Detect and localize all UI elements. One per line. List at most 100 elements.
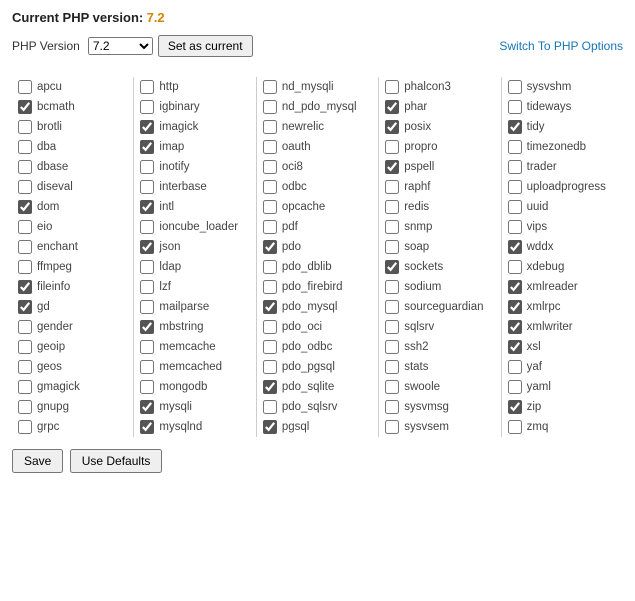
extension-swoole[interactable]: swoole — [385, 377, 494, 397]
extension-checkbox[interactable] — [18, 340, 32, 354]
extension-gmagick[interactable]: gmagick — [18, 377, 127, 397]
extension-checkbox[interactable] — [140, 200, 154, 214]
extension-pspell[interactable]: pspell — [385, 157, 494, 177]
extension-checkbox[interactable] — [140, 140, 154, 154]
extension-checkbox[interactable] — [385, 420, 399, 434]
extension-checkbox[interactable] — [18, 120, 32, 134]
extension-mysqlnd[interactable]: mysqlnd — [140, 417, 249, 437]
extension-checkbox[interactable] — [263, 260, 277, 274]
extension-pdo_dblib[interactable]: pdo_dblib — [263, 257, 372, 277]
extension-checkbox[interactable] — [385, 300, 399, 314]
switch-to-options-link[interactable]: Switch To PHP Options — [499, 39, 623, 53]
extension-checkbox[interactable] — [140, 300, 154, 314]
extension-nd_pdo_mysql[interactable]: nd_pdo_mysql — [263, 97, 372, 117]
extension-checkbox[interactable] — [508, 420, 522, 434]
extension-dbase[interactable]: dbase — [18, 157, 127, 177]
extension-interbase[interactable]: interbase — [140, 177, 249, 197]
extension-checkbox[interactable] — [140, 220, 154, 234]
extension-grpc[interactable]: grpc — [18, 417, 127, 437]
extension-ldap[interactable]: ldap — [140, 257, 249, 277]
extension-checkbox[interactable] — [508, 80, 522, 94]
extension-checkbox[interactable] — [508, 240, 522, 254]
set-as-current-button[interactable]: Set as current — [158, 35, 253, 57]
extension-checkbox[interactable] — [508, 260, 522, 274]
extension-apcu[interactable]: apcu — [18, 77, 127, 97]
extension-sqlsrv[interactable]: sqlsrv — [385, 317, 494, 337]
extension-mysqli[interactable]: mysqli — [140, 397, 249, 417]
extension-checkbox[interactable] — [18, 320, 32, 334]
extension-checkbox[interactable] — [385, 280, 399, 294]
extension-checkbox[interactable] — [263, 280, 277, 294]
extension-mailparse[interactable]: mailparse — [140, 297, 249, 317]
extension-bcmath[interactable]: bcmath — [18, 97, 127, 117]
extension-checkbox[interactable] — [18, 240, 32, 254]
extension-checkbox[interactable] — [385, 200, 399, 214]
extension-dom[interactable]: dom — [18, 197, 127, 217]
extension-nd_mysqli[interactable]: nd_mysqli — [263, 77, 372, 97]
extension-checkbox[interactable] — [18, 300, 32, 314]
extension-zmq[interactable]: zmq — [508, 417, 617, 437]
extension-redis[interactable]: redis — [385, 197, 494, 217]
extension-checkbox[interactable] — [508, 100, 522, 114]
extension-diseval[interactable]: diseval — [18, 177, 127, 197]
extension-pdo_sqlsrv[interactable]: pdo_sqlsrv — [263, 397, 372, 417]
extension-snmp[interactable]: snmp — [385, 217, 494, 237]
extension-checkbox[interactable] — [140, 240, 154, 254]
extension-checkbox[interactable] — [385, 340, 399, 354]
extension-pdo_oci[interactable]: pdo_oci — [263, 317, 372, 337]
extension-checkbox[interactable] — [385, 240, 399, 254]
extension-sysvsem[interactable]: sysvsem — [385, 417, 494, 437]
extension-pdo_sqlite[interactable]: pdo_sqlite — [263, 377, 372, 397]
extension-pdo[interactable]: pdo — [263, 237, 372, 257]
extension-checkbox[interactable] — [263, 340, 277, 354]
extension-gnupg[interactable]: gnupg — [18, 397, 127, 417]
extension-checkbox[interactable] — [508, 220, 522, 234]
extension-checkbox[interactable] — [385, 320, 399, 334]
extension-pdf[interactable]: pdf — [263, 217, 372, 237]
extension-raphf[interactable]: raphf — [385, 177, 494, 197]
extension-phalcon3[interactable]: phalcon3 — [385, 77, 494, 97]
extension-checkbox[interactable] — [385, 180, 399, 194]
extension-tideways[interactable]: tideways — [508, 97, 617, 117]
extension-brotli[interactable]: brotli — [18, 117, 127, 137]
extension-checkbox[interactable] — [385, 400, 399, 414]
extension-checkbox[interactable] — [508, 180, 522, 194]
extension-yaml[interactable]: yaml — [508, 377, 617, 397]
extension-checkbox[interactable] — [385, 220, 399, 234]
extension-stats[interactable]: stats — [385, 357, 494, 377]
extension-checkbox[interactable] — [18, 140, 32, 154]
extension-checkbox[interactable] — [18, 420, 32, 434]
extension-http[interactable]: http — [140, 77, 249, 97]
extension-checkbox[interactable] — [18, 360, 32, 374]
extension-pdo_firebird[interactable]: pdo_firebird — [263, 277, 372, 297]
extension-json[interactable]: json — [140, 237, 249, 257]
extension-checkbox[interactable] — [263, 120, 277, 134]
extension-opcache[interactable]: opcache — [263, 197, 372, 217]
php-version-select[interactable]: 7.2 — [88, 37, 153, 55]
extension-xmlwriter[interactable]: xmlwriter — [508, 317, 617, 337]
extension-intl[interactable]: intl — [140, 197, 249, 217]
extension-checkbox[interactable] — [263, 400, 277, 414]
extension-imap[interactable]: imap — [140, 137, 249, 157]
extension-checkbox[interactable] — [508, 320, 522, 334]
extension-timezonedb[interactable]: timezonedb — [508, 137, 617, 157]
extension-inotify[interactable]: inotify — [140, 157, 249, 177]
extension-posix[interactable]: posix — [385, 117, 494, 137]
extension-checkbox[interactable] — [140, 80, 154, 94]
extension-checkbox[interactable] — [140, 400, 154, 414]
extension-geoip[interactable]: geoip — [18, 337, 127, 357]
extension-ssh2[interactable]: ssh2 — [385, 337, 494, 357]
extension-checkbox[interactable] — [508, 140, 522, 154]
extension-checkbox[interactable] — [140, 100, 154, 114]
extension-checkbox[interactable] — [385, 80, 399, 94]
extension-xmlreader[interactable]: xmlreader — [508, 277, 617, 297]
extension-geos[interactable]: geos — [18, 357, 127, 377]
extension-checkbox[interactable] — [385, 380, 399, 394]
extension-checkbox[interactable] — [18, 260, 32, 274]
extension-zip[interactable]: zip — [508, 397, 617, 417]
extension-lzf[interactable]: lzf — [140, 277, 249, 297]
extension-yaf[interactable]: yaf — [508, 357, 617, 377]
extension-checkbox[interactable] — [263, 360, 277, 374]
extension-checkbox[interactable] — [140, 340, 154, 354]
extension-checkbox[interactable] — [508, 120, 522, 134]
